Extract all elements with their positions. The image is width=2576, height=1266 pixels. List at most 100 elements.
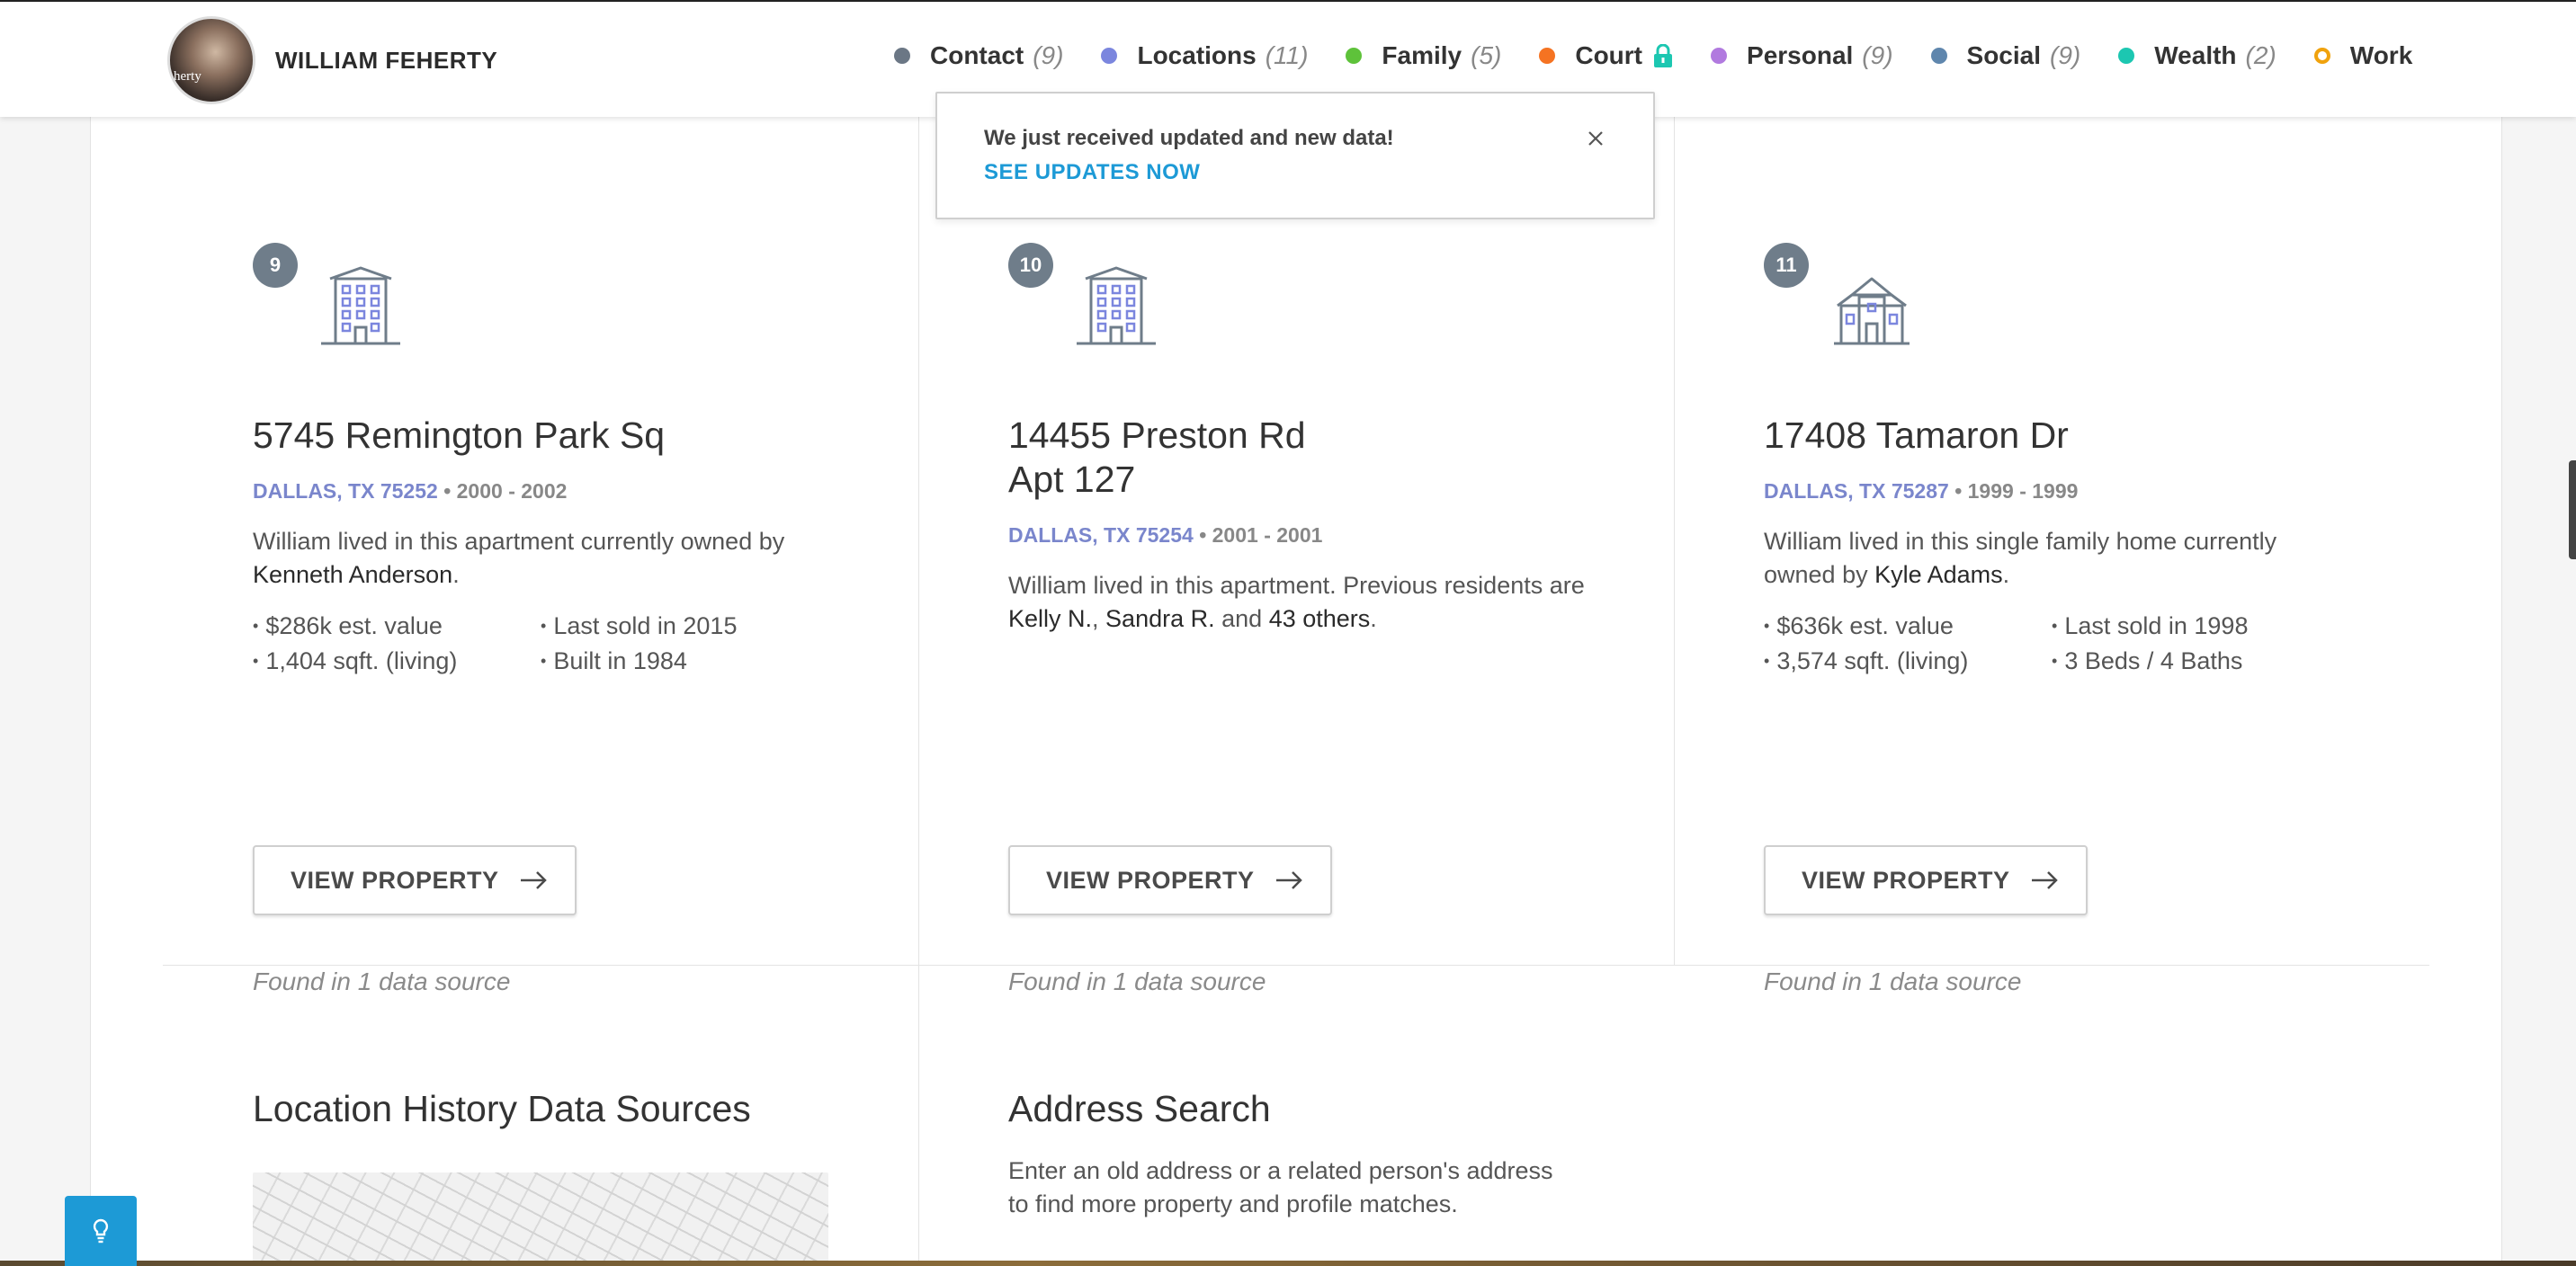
property-description: William lived in this apartment currentl… [253, 525, 837, 592]
property-city[interactable]: DALLAS, TX 75254 [1008, 523, 1194, 547]
property-address: 17408 Tamaron Dr [1764, 414, 2393, 458]
nav-item-family[interactable]: Family (5) [1346, 41, 1501, 70]
fact-item: $636k est. value [1764, 610, 2052, 643]
see-updates-link[interactable]: SEE UPDATES NOW [984, 160, 1200, 185]
nav-label: Personal [1747, 41, 1854, 69]
property-city[interactable]: DALLAS, TX 75287 [1764, 479, 1949, 503]
property-number-badge: 10 [1008, 243, 1053, 288]
contact-dot-icon [894, 48, 910, 64]
property-address: 5745 Remington Park Sq [253, 414, 882, 458]
nav-item-court[interactable]: Court [1539, 41, 1673, 70]
locations-dot-icon [1101, 48, 1118, 64]
nav-count: (2) [2245, 41, 2276, 69]
nav-item-personal[interactable]: Personal (9) [1711, 41, 1893, 70]
property-years: 2001 - 2001 [1212, 523, 1323, 547]
apartment-building-icon [321, 266, 400, 345]
apartment-building-icon [1077, 266, 1156, 345]
meta-separator: • [443, 479, 457, 503]
nav-count: (9) [1033, 41, 1064, 69]
property-city[interactable]: DALLAS, TX 75252 [253, 479, 438, 503]
location-history-title: Location History Data Sources [253, 1088, 751, 1129]
address-search-title: Address Search [1008, 1088, 1271, 1129]
court-dot-icon [1539, 48, 1556, 64]
property-meta: DALLAS, TX 75287 • 1999 - 1999 [1764, 479, 2393, 504]
view-property-button[interactable]: VIEW PROPERTY [1008, 845, 1332, 915]
property-address: 14455 Preston Rd Apt 127 [1008, 414, 1638, 502]
lock-icon [1654, 44, 1673, 67]
view-property-button[interactable]: VIEW PROPERTY [253, 845, 577, 915]
fact-item: 3 Beds / 4 Baths [2052, 645, 2339, 678]
nav-label: Social [1966, 41, 2042, 69]
lightbulb-icon [93, 1218, 109, 1244]
separator: , [1092, 605, 1106, 632]
property-meta: DALLAS, TX 75252 • 2000 - 2002 [253, 479, 882, 504]
scrollbar-handle[interactable] [2569, 460, 2576, 559]
property-number-badge: 11 [1764, 243, 1809, 288]
property-years: 1999 - 1999 [1967, 479, 2079, 503]
help-button[interactable] [65, 1196, 137, 1266]
row-divider [163, 965, 2429, 966]
property-number-badge: 9 [253, 243, 298, 288]
category-nav: Contact (9) Locations (11) Family (5) Co… [894, 38, 2412, 74]
property-years: 2000 - 2002 [456, 479, 568, 503]
meta-separator: • [1199, 523, 1212, 547]
property-card: 9 5745 Remington Park Sq DALLAS, TX 7525… [253, 243, 882, 995]
nav-item-work[interactable]: Work [2313, 41, 2412, 70]
person-name: WILLIAM FEHERTY [275, 47, 498, 74]
personal-dot-icon [1711, 48, 1728, 64]
house-icon [1834, 277, 1910, 345]
nav-item-contact[interactable]: Contact (9) [894, 41, 1063, 70]
data-source-note: Found in 1 data source [1764, 967, 2022, 995]
owner-name-link[interactable]: Kyle Adams [1874, 561, 2003, 588]
address-line-2: Apt 127 [1008, 459, 1136, 500]
update-notification: We just received updated and new data! S… [935, 92, 1655, 219]
nav-item-locations[interactable]: Locations (11) [1101, 41, 1308, 70]
description-text: William lived in this apartment. Previou… [1008, 572, 1585, 599]
resident-link[interactable]: Kelly N. [1008, 605, 1092, 632]
description-end: . [2002, 561, 2010, 588]
view-property-button[interactable]: VIEW PROPERTY [1764, 845, 2088, 915]
property-facts: $286k est. value Last sold in 2015 1,404… [253, 610, 882, 678]
locations-content-panel: 9 5745 Remington Park Sq DALLAS, TX 7525… [90, 90, 2502, 1266]
close-icon[interactable] [1585, 128, 1606, 149]
arrow-right-icon [2031, 871, 2058, 889]
map-thumbnail[interactable] [253, 1172, 828, 1266]
separator: . [1370, 605, 1377, 632]
property-meta: DALLAS, TX 75254 • 2001 - 2001 [1008, 523, 1638, 548]
fact-item: $286k est. value [253, 610, 541, 643]
description-text: William lived in this apartment currentl… [253, 528, 785, 555]
nav-count: (9) [1862, 41, 1893, 69]
data-source-note: Found in 1 data source [1008, 967, 1266, 995]
bottom-edge-strip [0, 1261, 2576, 1266]
avatar-overlay-text: herty [174, 69, 201, 84]
fact-item: Last sold in 1998 [2052, 610, 2339, 643]
wealth-dot-icon [2118, 48, 2135, 64]
family-dot-icon [1346, 48, 1363, 64]
social-dot-icon [1930, 48, 1947, 64]
nav-item-wealth[interactable]: Wealth (2) [2118, 41, 2276, 70]
arrow-right-icon [520, 871, 547, 889]
nav-count: (11) [1265, 41, 1309, 69]
arrow-right-icon [1275, 871, 1302, 889]
property-description: William lived in this apartment. Previou… [1008, 569, 1593, 636]
separator: and [1214, 605, 1269, 632]
column-divider [918, 90, 919, 965]
nav-label: Locations [1137, 41, 1257, 69]
nav-count: (5) [1471, 41, 1502, 69]
fact-item: Built in 1984 [541, 645, 828, 678]
nav-item-social[interactable]: Social (9) [1930, 41, 2080, 70]
resident-link[interactable]: Sandra R. [1105, 605, 1215, 632]
owner-name-link[interactable]: Kenneth Anderson [253, 561, 452, 588]
meta-separator: • [1954, 479, 1968, 503]
others-link[interactable]: 43 others [1269, 605, 1371, 632]
description-text: William lived in this single family home… [1764, 528, 2277, 588]
property-card: 11 17408 Tamaron Dr DALLAS, TX 75287 • 1… [1764, 243, 2393, 995]
avatar[interactable]: herty [167, 16, 255, 104]
nav-label: Contact [930, 41, 1024, 69]
nav-label: Family [1382, 41, 1462, 69]
column-divider [1674, 90, 1675, 965]
button-label: VIEW PROPERTY [1046, 866, 1255, 894]
address-line-1: 17408 Tamaron Dr [1764, 415, 2069, 456]
button-label: VIEW PROPERTY [291, 866, 499, 894]
column-divider [918, 965, 919, 1266]
